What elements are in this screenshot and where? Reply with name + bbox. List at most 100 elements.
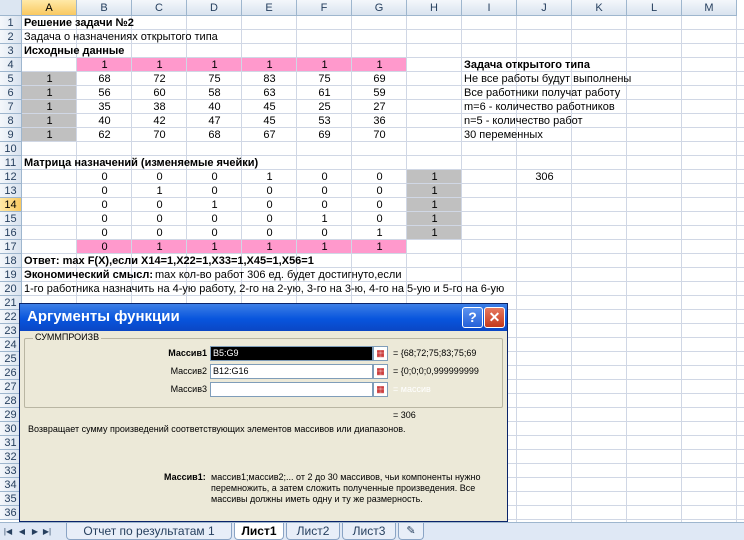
row-header[interactable]: 10 [0,142,22,156]
assignment-cell[interactable]: 0 [134,226,185,240]
assignment-cell[interactable]: 1 [354,226,405,240]
worker-cell[interactable]: 1 [24,128,75,142]
assignment-cell[interactable]: 0 [299,198,350,212]
column-header[interactable]: J [517,0,572,16]
source-data-heading[interactable]: Исходные данные [24,44,124,58]
constraint-cell[interactable]: 1 [134,58,185,72]
first-sheet-icon[interactable]: |◀ [3,526,13,538]
cost-cell[interactable]: 38 [134,100,185,114]
assignment-cell[interactable]: 0 [354,184,405,198]
assignment-explanation[interactable]: 1-го работника назначить на 4-ую работу,… [24,282,504,296]
side-title[interactable]: Задача открытого типа [464,58,590,72]
cost-cell[interactable]: 45 [244,100,295,114]
row-header[interactable]: 12 [0,170,22,184]
worker-cell[interactable]: 1 [24,72,75,86]
row-header[interactable]: 5 [0,72,22,86]
row-header[interactable]: 13 [0,184,22,198]
close-button[interactable]: ✕ [484,307,505,328]
cost-cell[interactable]: 83 [244,72,295,86]
worker-cell[interactable]: 1 [24,114,75,128]
column-header[interactable]: M [682,0,737,16]
side-note[interactable]: n=5 - количество работ [464,114,583,128]
assignment-cell[interactable]: 0 [79,170,130,184]
cost-cell[interactable]: 75 [299,72,350,86]
row-header[interactable]: 17 [0,240,22,254]
cost-cell[interactable]: 35 [79,100,130,114]
assignment-cell[interactable]: 0 [354,170,405,184]
constraint-cell[interactable]: 1 [189,58,240,72]
assignment-cell[interactable]: 0 [79,184,130,198]
constraint-cell[interactable]: 1 [354,58,405,72]
column-sum-cell[interactable]: 1 [354,240,405,254]
assignment-cell[interactable]: 0 [244,184,295,198]
row-sum-cell[interactable]: 1 [409,198,460,212]
tab-report-1[interactable]: Отчет по результатам 1 [66,523,232,540]
assignment-cell[interactable]: 0 [244,226,295,240]
constraint-cell[interactable]: 1 [79,58,130,72]
column-sum-cell[interactable]: 1 [134,240,185,254]
collapse-dialog-icon[interactable]: ▦ [373,364,388,379]
cost-cell[interactable]: 72 [134,72,185,86]
cost-cell[interactable]: 60 [134,86,185,100]
column-header[interactable]: D [187,0,242,16]
cost-cell[interactable]: 59 [354,86,405,100]
column-header[interactable]: C [132,0,187,16]
column-header[interactable]: H [407,0,462,16]
assignment-cell[interactable]: 0 [244,212,295,226]
row-header[interactable]: 16 [0,226,22,240]
row-sum-cell[interactable]: 1 [409,226,460,240]
row-header[interactable]: 8 [0,114,22,128]
next-sheet-icon[interactable]: ▶ [30,526,40,538]
select-all-corner[interactable] [0,0,22,16]
assignment-cell[interactable]: 0 [299,184,350,198]
assignment-cell[interactable]: 0 [189,212,240,226]
row-header[interactable]: 9 [0,128,22,142]
column-header[interactable]: F [297,0,352,16]
row-header[interactable]: 19 [0,268,22,282]
side-note[interactable]: Все работники получат работу [464,86,620,100]
column-header[interactable]: I [462,0,517,16]
row-sum-cell[interactable]: 1 [409,212,460,226]
worker-cell[interactable]: 1 [24,100,75,114]
worker-cell[interactable]: 1 [24,86,75,100]
task-subtitle[interactable]: Задача о назначениях открытого типа [24,30,218,44]
column-header[interactable]: L [627,0,682,16]
answer-line[interactable]: Ответ: max F(X),если X14=1,X22=1,X33=1,X… [24,254,314,268]
dialog-title-bar[interactable]: Аргументы функции ? ✕ [20,304,507,331]
tab-sheet3[interactable]: Лист3 [342,523,396,540]
collapse-dialog-icon[interactable]: ▦ [373,382,388,397]
cost-cell[interactable]: 69 [354,72,405,86]
column-header[interactable]: A [22,0,77,16]
row-header[interactable]: 1 [0,16,22,30]
tab-sheet1[interactable]: Лист1 [234,523,284,540]
row-header[interactable]: 2 [0,30,22,44]
assignment-cell[interactable]: 0 [134,170,185,184]
column-header[interactable]: G [352,0,407,16]
assignment-heading[interactable]: Матрица назначений (изменяемые ячейки) [24,156,258,170]
cost-cell[interactable]: 62 [79,128,130,142]
assignment-cell[interactable]: 0 [189,184,240,198]
cost-cell[interactable]: 40 [79,114,130,128]
row-header[interactable]: 3 [0,44,22,58]
row-sum-cell[interactable]: 1 [409,184,460,198]
cost-cell[interactable]: 56 [79,86,130,100]
assignment-cell[interactable]: 1 [189,198,240,212]
row-header[interactable]: 18 [0,254,22,268]
cost-cell[interactable]: 42 [134,114,185,128]
cost-cell[interactable]: 27 [354,100,405,114]
assignment-cell[interactable]: 1 [244,170,295,184]
column-header[interactable]: B [77,0,132,16]
assignment-cell[interactable]: 0 [354,198,405,212]
cost-cell[interactable]: 68 [189,128,240,142]
insert-sheet-icon[interactable]: ✎ [398,523,424,540]
assignment-cell[interactable]: 0 [189,170,240,184]
cost-cell[interactable]: 61 [299,86,350,100]
arg2-input[interactable]: B12:G16 [210,364,373,379]
objective-cell[interactable]: 306 [519,170,570,184]
cost-cell[interactable]: 58 [189,86,240,100]
column-sum-cell[interactable]: 1 [299,240,350,254]
row-header[interactable]: 15 [0,212,22,226]
cost-cell[interactable]: 53 [299,114,350,128]
constraint-cell[interactable]: 1 [244,58,295,72]
constraint-cell[interactable]: 1 [299,58,350,72]
